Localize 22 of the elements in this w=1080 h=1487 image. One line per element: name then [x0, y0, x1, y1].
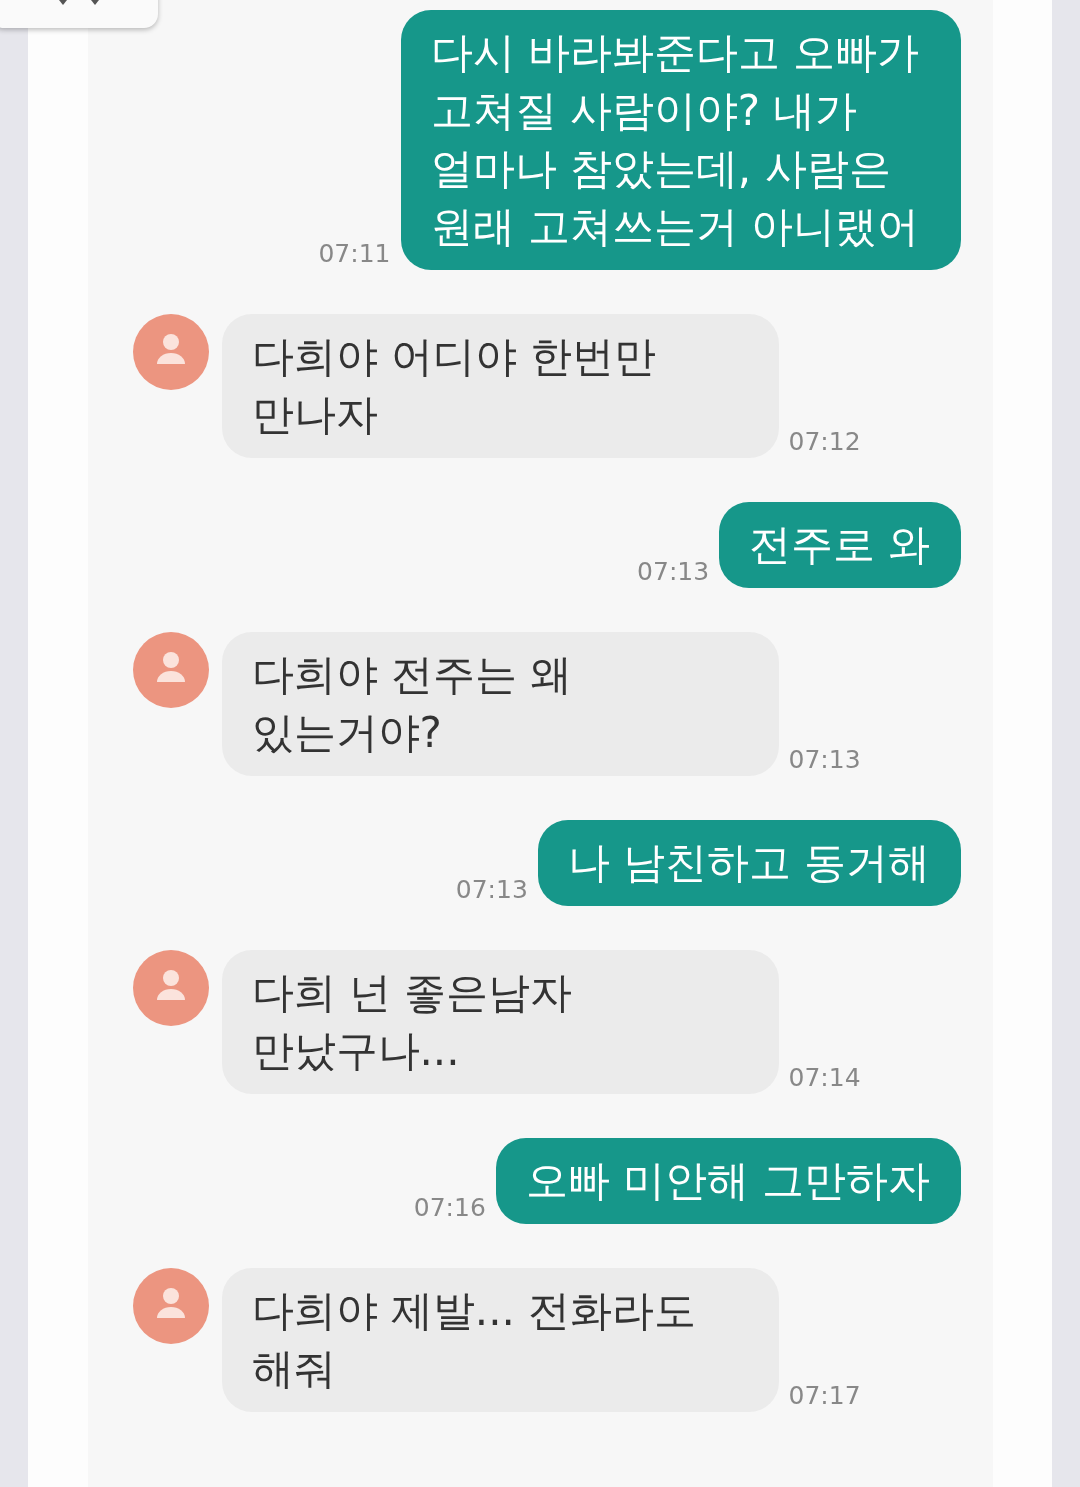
- message-time: 07:14: [787, 1063, 862, 1094]
- message-bubble: 다희야 제발... 전화라도 해줘: [221, 1268, 779, 1412]
- message-time: 07:13: [787, 745, 862, 776]
- caret-icon: [91, 0, 99, 5]
- message-time: 07:13: [636, 557, 711, 588]
- avatar-icon[interactable]: [132, 314, 209, 390]
- avatar-icon[interactable]: [132, 632, 209, 708]
- message-bubble: 다희 넌 좋은남자 만났구나...: [221, 950, 779, 1094]
- message-time: 07:12: [787, 427, 862, 458]
- message-bubble: 전주로 와: [719, 502, 961, 588]
- avatar-icon[interactable]: [132, 950, 209, 1026]
- caret-icon: [59, 0, 67, 5]
- message-time: 07:16: [412, 1193, 487, 1224]
- avatar-icon[interactable]: [132, 1268, 209, 1344]
- message-time: 07:17: [787, 1381, 862, 1412]
- message-bubble: 오빠 미안해 그만하자: [495, 1138, 961, 1224]
- message-time: 07:13: [454, 875, 529, 906]
- message-bubble: 다희야 어디야 한번만 만나자: [221, 314, 779, 458]
- message-bubble: 나 남친하고 동거해: [537, 820, 961, 906]
- message-bubble: 다희야 전주는 왜 있는거야?: [221, 632, 779, 776]
- message-bubble: 다시 바라봐준다고 오빠가 고쳐질 사람이야? 내가 얼마나 참았는데, 사람은 원래 고쳐쓰는거 아니랬어: [400, 10, 961, 270]
- message-time: 07:11: [317, 239, 392, 270]
